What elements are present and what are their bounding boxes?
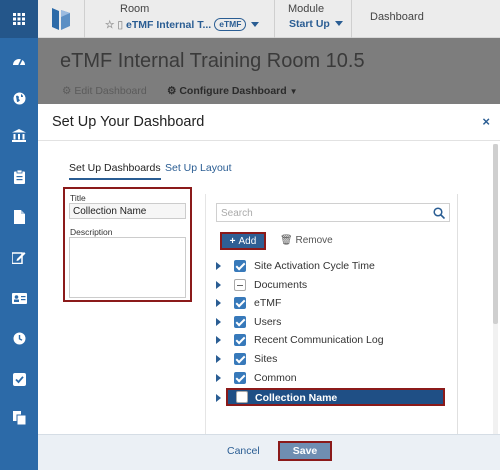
grid-icon: [0, 8, 38, 30]
tree-row[interactable]: Common: [215, 370, 447, 387]
add-label: Add: [238, 235, 257, 247]
edit-icon[interactable]: [0, 246, 38, 268]
save-button[interactable]: Save: [278, 441, 332, 461]
room-name: eTMF Internal T...: [126, 19, 212, 31]
trash-icon: 🗑: [280, 235, 293, 246]
title-label: Title: [70, 193, 86, 203]
header-divider: [274, 0, 275, 38]
star-icon[interactable]: ☆: [105, 19, 114, 31]
modal-divider: [38, 140, 500, 141]
cancel-button[interactable]: Cancel: [227, 445, 260, 457]
checkbox-icon[interactable]: [0, 368, 38, 390]
expand-arrow-icon[interactable]: [216, 299, 221, 307]
expand-arrow-icon[interactable]: [216, 355, 221, 363]
remove-button[interactable]: 🗑 Remove: [280, 235, 333, 246]
panel-divider: [205, 194, 206, 470]
tab-set-up-dashboards[interactable]: Set Up Dashboards: [69, 162, 161, 180]
setup-dashboard-modal: Set Up Your Dashboard × Set Up Dashboard…: [38, 104, 500, 470]
chevron-down-icon: [334, 21, 343, 26]
row-checkbox[interactable]: [236, 391, 248, 403]
tab-set-up-layout[interactable]: Set Up Layout: [165, 162, 232, 174]
add-button[interactable]: + Add: [220, 232, 266, 250]
scrollbar-thumb[interactable]: [493, 144, 498, 324]
tree-row[interactable]: Sites: [215, 351, 447, 368]
module-name: Start Up: [289, 18, 330, 30]
mobile-icon: ▯: [117, 19, 124, 31]
row-checkbox[interactable]: [234, 316, 246, 328]
row-checkbox[interactable]: [234, 334, 246, 346]
tree-row-label: Collection Name: [255, 392, 338, 404]
module-label: Module: [288, 3, 325, 15]
globe-icon[interactable]: [0, 87, 38, 109]
page-title: eTMF Internal Training Room 10.5: [60, 50, 365, 72]
header-divider: [351, 0, 352, 38]
clock-icon[interactable]: [0, 327, 38, 349]
bank-icon[interactable]: [0, 124, 38, 146]
module-selector[interactable]: Start Up: [289, 18, 343, 30]
tree-row[interactable]: Recent Communication Log: [215, 332, 447, 349]
tree-row-label: Common: [254, 372, 297, 384]
expand-arrow-icon[interactable]: [216, 318, 221, 326]
search-placeholder: Search: [221, 208, 253, 219]
expand-arrow-icon[interactable]: [216, 262, 221, 270]
row-checkbox[interactable]: [234, 260, 246, 272]
tree-row-label: Documents: [254, 279, 308, 291]
gear-icon: ⚙: [167, 85, 177, 97]
top-header: Room ☆ ▯ eTMF Internal T... eTMF Module S…: [38, 0, 500, 38]
row-checkbox[interactable]: [234, 279, 246, 291]
tree-row[interactable]: Users: [215, 314, 447, 331]
description-textarea[interactable]: [69, 237, 186, 298]
tree-row-label: Sites: [254, 353, 278, 365]
edit-dashboard-link[interactable]: ⚙ Edit Dashboard: [62, 85, 147, 97]
row-checkbox[interactable]: [234, 297, 246, 309]
dashboard-gauge-icon[interactable]: [0, 49, 38, 71]
row-checkbox[interactable]: [234, 353, 246, 365]
tree-row-selected[interactable]: Collection Name: [226, 388, 445, 406]
title-input[interactable]: [69, 203, 186, 219]
configure-dashboard-label: Configure Dashboard: [179, 85, 287, 97]
expand-arrow-icon[interactable]: [216, 394, 221, 402]
modal-footer: Cancel Save: [38, 434, 500, 470]
close-icon[interactable]: ×: [482, 114, 490, 129]
clipboard-icon[interactable]: [0, 166, 38, 188]
room-label: Room: [120, 3, 150, 15]
tree-row[interactable]: Site Activation Cycle Time: [215, 258, 447, 275]
tree-row[interactable]: Documents: [215, 277, 447, 294]
id-card-icon[interactable]: [0, 287, 38, 309]
plus-icon: +: [229, 235, 236, 247]
apps-menu-button[interactable]: [0, 0, 38, 38]
description-label: Description: [70, 227, 113, 237]
configure-dashboard-link[interactable]: ⚙ Configure Dashboard ▼: [167, 85, 298, 97]
logo[interactable]: [50, 6, 72, 32]
gear-icon: ⚙: [62, 85, 72, 97]
remove-label: Remove: [295, 235, 333, 246]
expand-arrow-icon[interactable]: [216, 374, 221, 382]
chevron-down-icon: [251, 22, 260, 27]
search-input[interactable]: Search: [216, 203, 450, 222]
search-icon: [433, 207, 445, 219]
files-icon[interactable]: [0, 407, 38, 429]
expand-arrow-icon[interactable]: [216, 281, 221, 289]
breadcrumb[interactable]: Dashboard: [370, 11, 424, 23]
tree-row-label: Users: [254, 316, 282, 328]
edit-dashboard-label: Edit Dashboard: [74, 85, 147, 97]
tree-row[interactable]: eTMF: [215, 295, 447, 312]
caret-down-icon: ▼: [289, 87, 298, 96]
room-selector[interactable]: ☆ ▯ eTMF Internal T... eTMF: [105, 18, 260, 31]
expand-arrow-icon[interactable]: [216, 336, 221, 344]
left-sidebar: [0, 0, 38, 470]
row-checkbox[interactable]: [234, 372, 246, 384]
room-badge: eTMF: [214, 18, 247, 31]
document-icon[interactable]: [0, 206, 38, 228]
tree-row-label: Site Activation Cycle Time: [254, 260, 375, 272]
modal-title: Set Up Your Dashboard: [52, 114, 205, 130]
header-divider: [84, 0, 85, 38]
tree-row-label: Recent Communication Log: [254, 334, 384, 346]
tree-row-label: eTMF: [254, 297, 282, 309]
